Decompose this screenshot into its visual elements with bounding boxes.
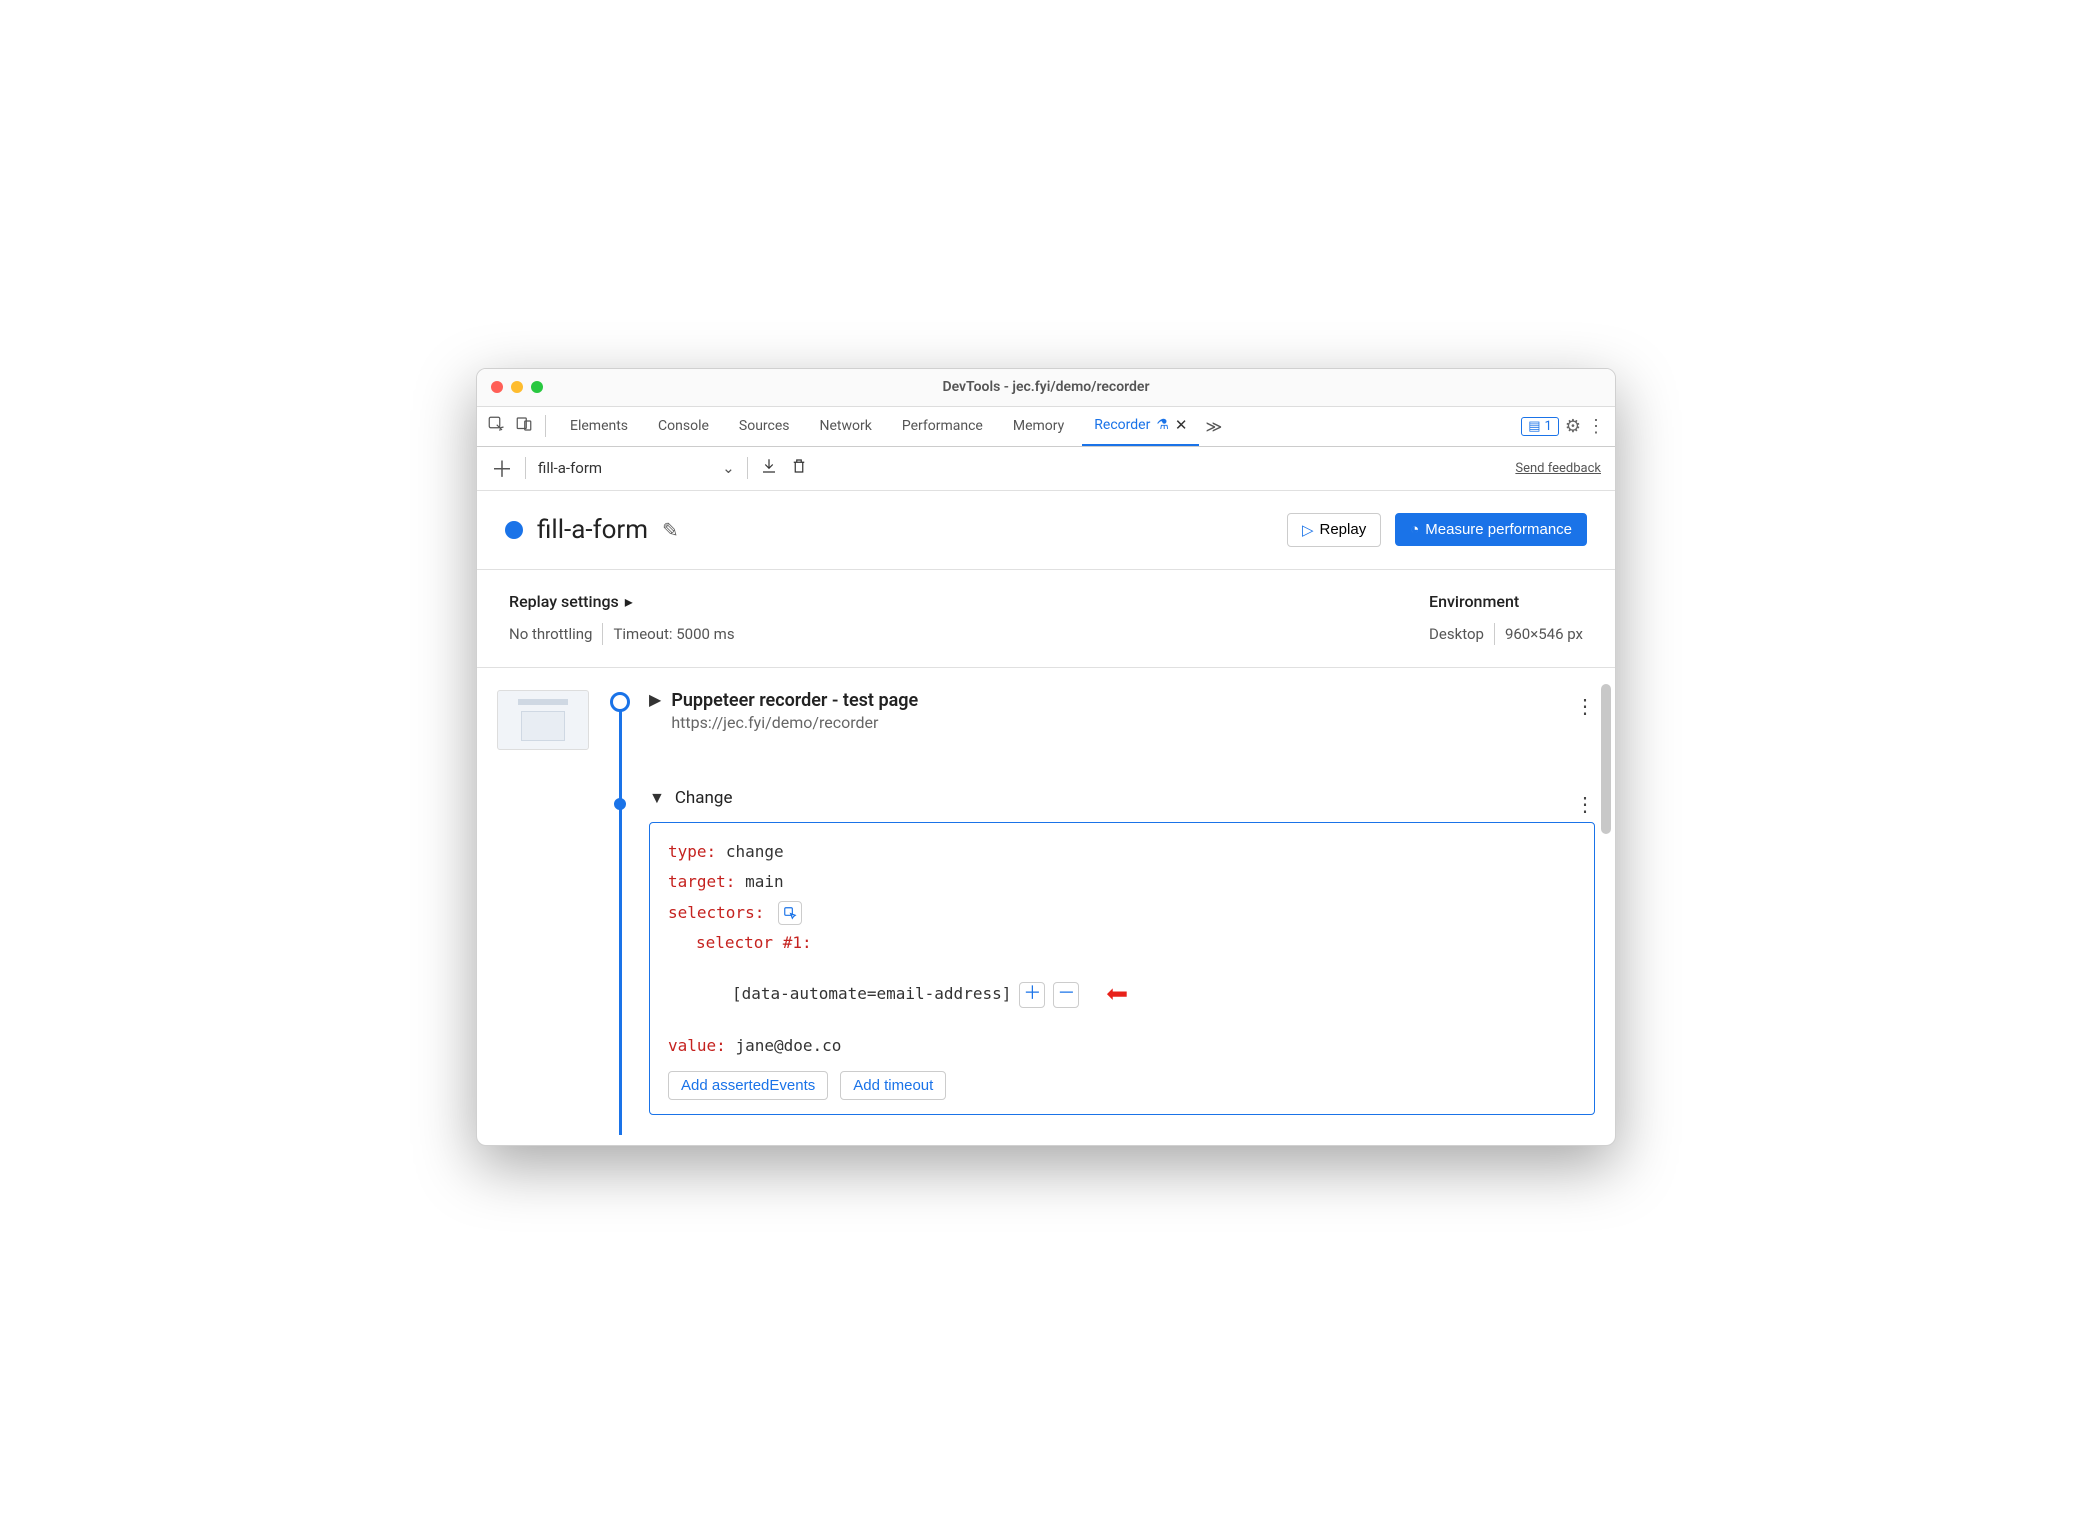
replay-settings-toggle[interactable]: Replay settings ▸ [509, 592, 735, 611]
tab-sources[interactable]: Sources [727, 407, 802, 446]
settings-section: Replay settings ▸ No throttling Timeout:… [477, 570, 1615, 668]
tab-network[interactable]: Network [808, 407, 884, 446]
speedometer-icon: ◔ [1410, 521, 1419, 538]
recording-selector[interactable]: fill-a-form ⌄ [538, 459, 735, 477]
type-value[interactable]: change [726, 842, 784, 861]
window-title: DevTools - jec.fyi/demo/recorder [477, 379, 1615, 395]
tab-memory[interactable]: Memory [1001, 407, 1076, 446]
timeline-line [619, 698, 622, 1135]
timeout-value: Timeout: 5000 ms [613, 625, 734, 643]
maximize-window[interactable] [531, 381, 543, 393]
selector-label: selector #1 [696, 933, 802, 952]
traffic-lights [491, 381, 543, 393]
scrollbar-thumb[interactable] [1601, 684, 1611, 834]
chat-icon: ▤ [1528, 419, 1540, 434]
tab-performance[interactable]: Performance [890, 407, 995, 446]
viewport-value: 960×546 px [1505, 625, 1583, 643]
delete-icon[interactable] [790, 457, 808, 479]
timeline-node-step [614, 798, 626, 810]
page-thumbnail [497, 690, 589, 750]
recording-title: fill-a-form [537, 515, 648, 545]
step1-title: Puppeteer recorder - test page [671, 690, 918, 711]
devtools-tabbar: Elements Console Sources Network Perform… [477, 407, 1615, 447]
flask-icon: ⚗ [1156, 417, 1169, 433]
play-icon: ▷ [1302, 521, 1314, 539]
value-key: value [668, 1036, 716, 1055]
export-icon[interactable] [760, 457, 778, 479]
measure-performance-button[interactable]: ◔ Measure performance [1395, 513, 1587, 546]
collapse-icon[interactable]: ▼ [649, 788, 665, 808]
close-window[interactable] [491, 381, 503, 393]
recording-status-dot [505, 521, 523, 539]
throttling-value: No throttling [509, 625, 592, 643]
close-tab-icon[interactable]: ✕ [1175, 416, 1188, 434]
add-timeout-button[interactable]: Add timeout [840, 1071, 946, 1100]
send-feedback-link[interactable]: Send feedback [1515, 461, 1601, 476]
more-menu-icon[interactable]: ⋮ [1587, 416, 1605, 437]
target-key: target [668, 872, 726, 891]
minimize-window[interactable] [511, 381, 523, 393]
device-value: Desktop [1429, 625, 1484, 643]
tab-recorder[interactable]: Recorder ⚗ ✕ [1082, 407, 1199, 446]
remove-selector-button[interactable]: － [1053, 982, 1079, 1008]
new-recording-icon[interactable]: ＋ [491, 452, 513, 484]
step1-url: https://jec.fyi/demo/recorder [671, 713, 918, 732]
issues-badge[interactable]: ▤ 1 [1521, 417, 1559, 436]
chevron-right-icon: ▸ [625, 592, 633, 611]
replay-button[interactable]: ▷ Replay [1287, 513, 1381, 547]
step1-menu-icon[interactable]: ⋮ [1575, 694, 1595, 718]
value-value[interactable]: jane@doe.co [735, 1036, 841, 1055]
window-titlebar: DevTools - jec.fyi/demo/recorder [477, 369, 1615, 407]
step-details: type: change target: main selectors: sel… [649, 822, 1595, 1115]
recording-header: fill-a-form ✎ ▷ Replay ◔ Measure perform… [477, 491, 1615, 570]
tab-console[interactable]: Console [646, 407, 721, 446]
add-selector-button[interactable]: ＋ [1019, 982, 1045, 1008]
selector-value[interactable]: [data-automate=email-address] [732, 979, 1011, 1009]
annotation-arrow: ⬅ [1105, 958, 1128, 1030]
expand-icon[interactable]: ▶ [649, 690, 661, 709]
chevron-down-icon: ⌄ [722, 459, 735, 477]
steps-timeline: ▶ Puppeteer recorder - test page https:/… [477, 668, 1615, 1145]
add-asserted-events-button[interactable]: Add assertedEvents [668, 1071, 828, 1100]
target-value[interactable]: main [745, 872, 784, 891]
type-key: type [668, 842, 707, 861]
pick-selector-icon[interactable] [778, 901, 802, 925]
step2-menu-icon[interactable]: ⋮ [1575, 792, 1595, 816]
more-tabs-icon[interactable]: ≫ [1205, 417, 1222, 436]
inspect-icon[interactable] [487, 415, 505, 437]
timeline-node-start [610, 692, 630, 712]
recorder-toolbar: ＋ fill-a-form ⌄ Send feedback [477, 447, 1615, 491]
devtools-window: DevTools - jec.fyi/demo/recorder Element… [476, 368, 1616, 1146]
edit-title-icon[interactable]: ✎ [662, 518, 679, 542]
step2-title: Change [675, 788, 733, 808]
tab-elements[interactable]: Elements [558, 407, 640, 446]
environment-title: Environment [1429, 592, 1519, 611]
device-toggle-icon[interactable] [515, 415, 533, 437]
settings-icon[interactable]: ⚙ [1565, 416, 1581, 437]
selectors-key: selectors [668, 903, 755, 922]
